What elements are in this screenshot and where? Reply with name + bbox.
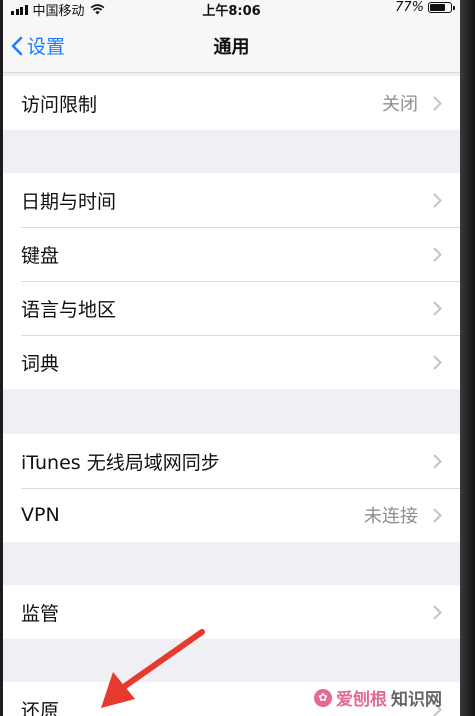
page-title: 通用	[213, 37, 250, 58]
watermark: ✿ 爱刨根 知识网	[314, 685, 442, 710]
watermark-text-1: 爱刨根	[336, 690, 387, 710]
row-label: 键盘	[21, 244, 60, 267]
chevron-right-icon	[433, 193, 442, 208]
row-label: 监管	[21, 602, 60, 625]
battery-fill	[430, 4, 445, 11]
row-label: 语言与地区	[21, 298, 117, 321]
navigation-bar: 设置 通用	[3, 18, 460, 73]
row-label: 访问限制	[21, 93, 98, 116]
settings-group-supervision: 监管	[3, 585, 460, 639]
chevron-right-icon	[433, 454, 442, 469]
status-bar: 中国移动 上午8:06 77%	[3, 0, 460, 19]
screen-edge	[460, 0, 475, 716]
row-label: iTunes 无线局域网同步	[21, 451, 220, 474]
row-label: VPN	[21, 504, 60, 526]
row-vpn[interactable]: VPN 未连接	[3, 488, 460, 542]
row-label: 词典	[21, 352, 60, 375]
row-dictionary[interactable]: 词典	[3, 335, 460, 389]
row-supervision[interactable]: 监管	[3, 585, 460, 639]
row-label: 日期与时间	[21, 190, 117, 213]
settings-group-locale: 日期与时间 键盘 语言与地区 词典	[3, 173, 460, 389]
settings-group-restrictions: 访问限制 关闭	[3, 76, 460, 130]
chevron-right-icon	[433, 605, 442, 620]
chevron-right-icon	[433, 96, 442, 111]
row-keyboard[interactable]: 键盘	[3, 227, 460, 281]
status-time: 上午8:06	[202, 4, 261, 19]
row-itunes-wifi-sync[interactable]: iTunes 无线局域网同步	[3, 434, 460, 488]
row-date-time[interactable]: 日期与时间	[3, 173, 460, 227]
watermark-text-2: 知识网	[391, 690, 442, 710]
row-language-region[interactable]: 语言与地区	[3, 281, 460, 335]
battery-percent: 77%	[395, 0, 424, 15]
battery-icon	[428, 2, 455, 13]
row-label: 还原	[21, 699, 60, 716]
row-value: 关闭	[382, 94, 418, 115]
settings-screen: 中国移动 上午8:06 77% 设置 通用 访问限制 关闭 日期与时间 键盘 语…	[3, 0, 460, 716]
watermark-logo-icon: ✿	[314, 688, 332, 707]
chevron-right-icon	[433, 247, 442, 262]
row-restrictions[interactable]: 访问限制 关闭	[3, 76, 460, 130]
settings-group-sync-vpn: iTunes 无线局域网同步 VPN 未连接	[3, 434, 460, 542]
chevron-right-icon	[433, 508, 442, 523]
chevron-right-icon	[433, 355, 442, 370]
chevron-right-icon	[433, 301, 442, 316]
row-value: 未连接	[364, 506, 418, 527]
